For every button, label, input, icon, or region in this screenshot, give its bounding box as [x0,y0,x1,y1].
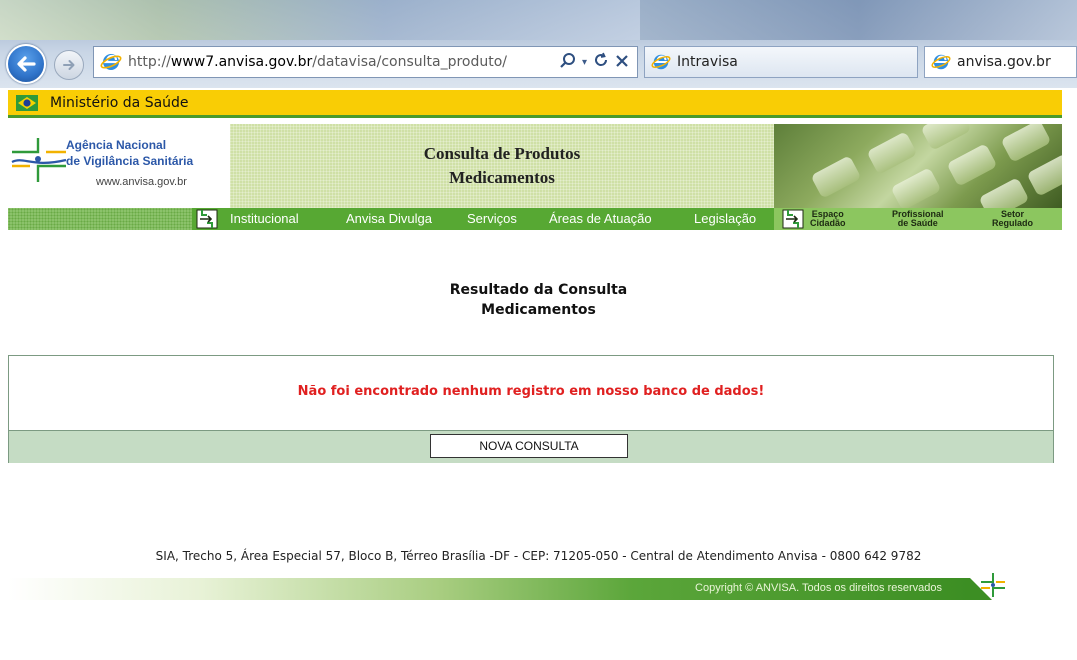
result-title-line2: Medicamentos [481,302,596,318]
result-panel: Não foi encontrado nenhum registro em no… [8,355,1054,463]
main-nav: Institucional Anvisa Divulga Serviços Ár… [8,208,1062,230]
refresh-icon[interactable] [593,52,609,72]
logo-url: www.anvisa.gov.br [96,176,187,188]
nav-item-areas-de-atuacao[interactable]: Áreas de Atuação [549,211,652,226]
dropdown-icon[interactable]: ▾ [582,57,587,68]
tab-anvisa[interactable]: anvisa.gov.br [924,46,1077,78]
brazil-flag-icon [16,94,38,111]
result-actions: NOVA CONSULTA [9,430,1053,463]
nav-pattern [8,208,192,230]
back-arrow-icon [17,56,36,72]
nav-item-espaco-cidadao[interactable]: Espaço Cidadão [810,210,846,228]
anvisa-logo-icon [11,138,67,182]
forward-button[interactable] [54,50,84,80]
result-title-line1: Resultado da Consulta [449,282,628,298]
footer-address: SIA, Trecho 5, Área Especial 57, Bloco B… [155,549,922,563]
gov-bar: Ministério da Saúde [8,90,1062,118]
forward-arrow-icon [63,60,75,70]
keyboard-image [774,124,1062,208]
gov-bar-label[interactable]: Ministério da Saúde [50,95,189,111]
copyright-text: Copyright © ANVISA. Todos os direitos re… [695,582,942,594]
logo-text-line2: de Vigilância Sanitária [66,154,194,168]
nav-item-institucional[interactable]: Institucional [230,211,299,226]
site-header: Agência Nacional de Vigilância Sanitária… [8,124,1062,208]
anvisa-logo[interactable]: Agência Nacional de Vigilância Sanitária… [8,124,230,208]
nav-item-legislacao[interactable]: Legislação [694,211,756,226]
nav-item-anvisa-divulga[interactable]: Anvisa Divulga [346,211,432,226]
tab-intravisa[interactable]: Intravisa [644,46,918,78]
chrome-background [0,0,640,40]
address-bar[interactable]: http://www7.anvisa.gov.br/datavisa/consu… [93,46,638,78]
stop-icon[interactable] [615,53,629,72]
ie-icon [931,54,951,70]
anvisa-mini-logo-icon [981,573,1005,597]
tab-label: anvisa.gov.br [957,54,1051,70]
browser-chrome: http://www7.anvisa.gov.br/datavisa/consu… [0,0,1077,88]
back-button[interactable] [6,44,46,84]
nav-enter-icon [196,209,218,229]
nav-item-profissional-de-saude[interactable]: Profissional de Saúde [892,210,944,228]
nav-item-servicos[interactable]: Serviços [467,211,517,226]
chrome-background-right [640,0,1077,40]
logo-text-line1: Agência Nacional [66,138,167,152]
nav-item-setor-regulado[interactable]: Setor Regulado [992,210,1033,228]
ie-icon [100,54,122,70]
ie-icon [651,54,671,70]
nav-secondary: Espaço Cidadão Profissional de Saúde Set… [774,208,1062,230]
url-text: http://www7.anvisa.gov.br/datavisa/consu… [128,54,508,70]
tab-label: Intravisa [677,54,738,70]
no-results-message: Não foi encontrado nenhum registro em no… [297,384,765,399]
search-icon[interactable] [559,52,576,73]
banner-title-line2: Medicamentos [449,168,555,187]
copyright-bar: Copyright © ANVISA. Todos os direitos re… [8,578,992,600]
banner-title-line1: Consulta de Produtos [423,144,581,163]
nav-enter-icon [782,209,804,229]
new-search-button[interactable]: NOVA CONSULTA [430,434,628,458]
page-banner: Consulta de Produtos Medicamentos [230,124,774,208]
